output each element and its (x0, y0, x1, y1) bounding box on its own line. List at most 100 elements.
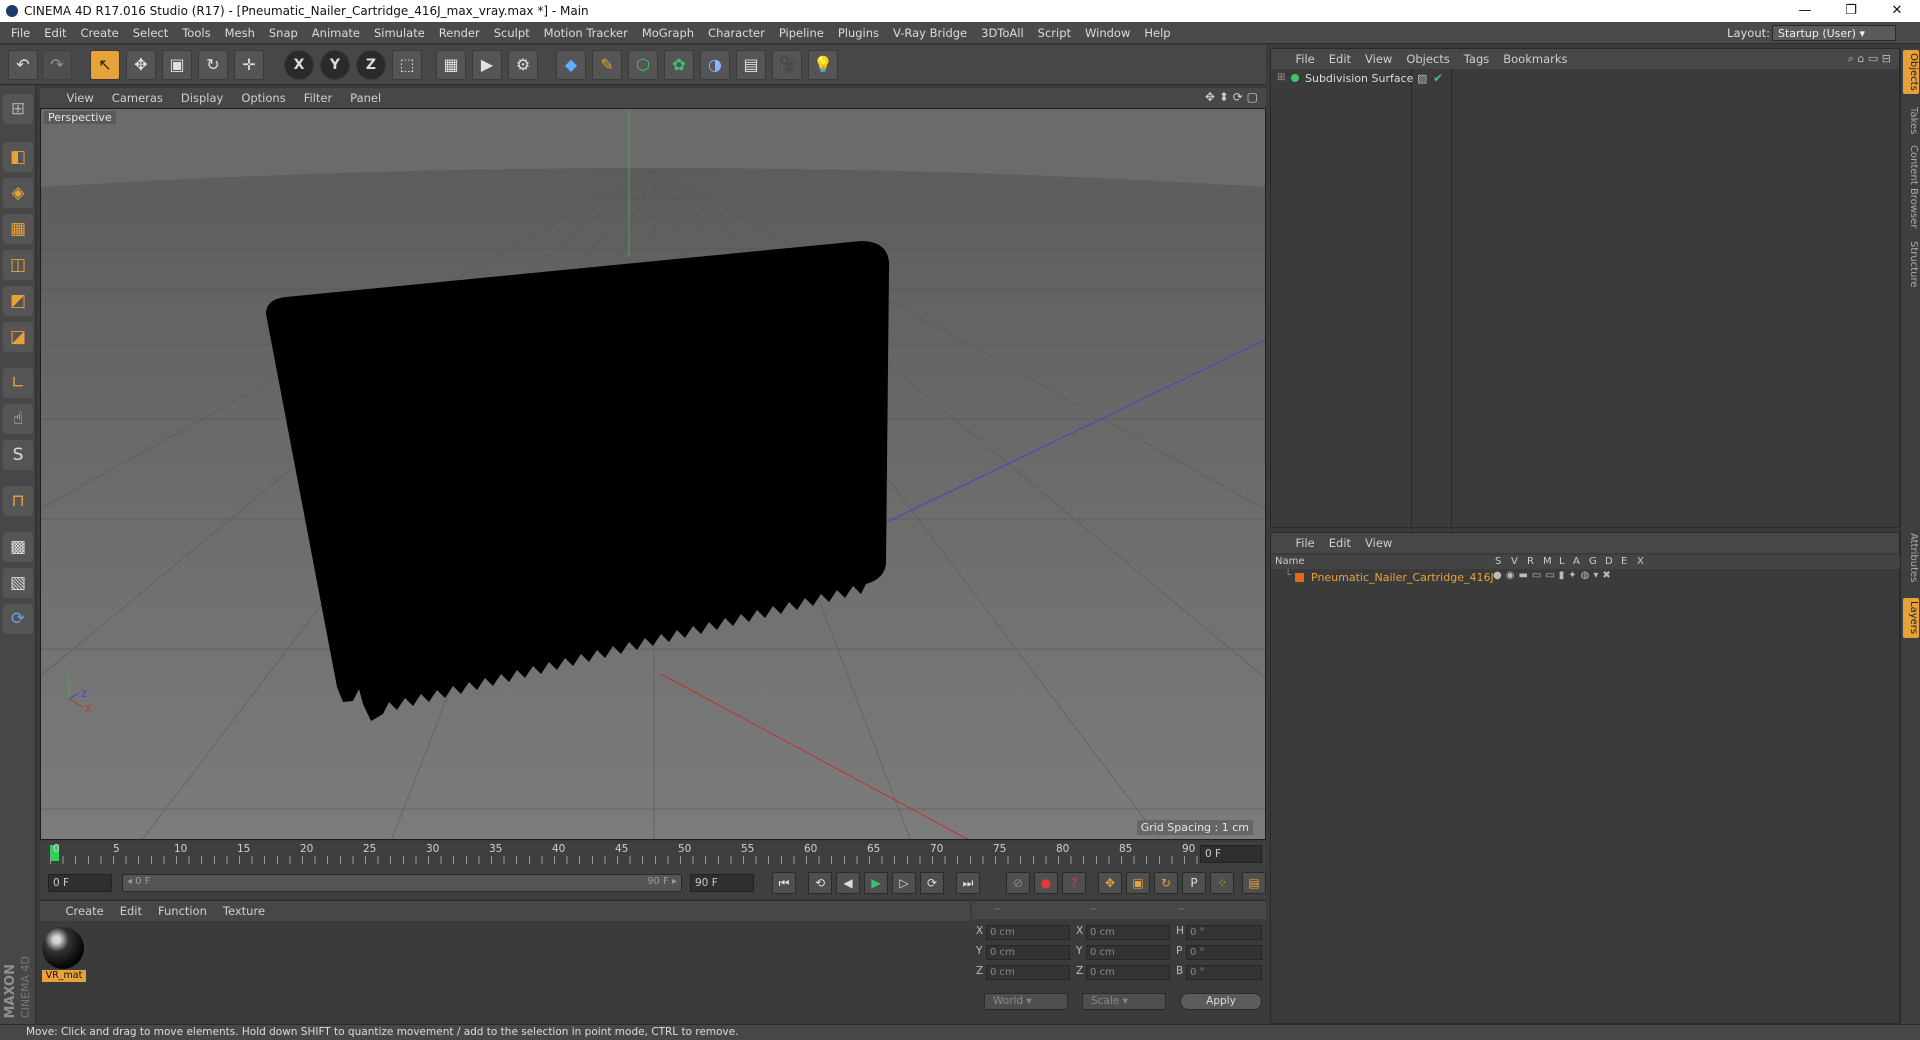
lock-workplane-icon[interactable]: ▩ (3, 532, 33, 562)
object-row[interactable]: ⊞ Subdivision Surface ▨ ✔ (1271, 71, 1901, 87)
play-icon[interactable]: ▶ (864, 872, 888, 894)
menu-plugins[interactable]: Plugins (831, 22, 886, 44)
menu-mograph[interactable]: MoGraph (635, 22, 701, 44)
tweak-mode-icon[interactable]: ☝ (3, 404, 33, 434)
minimize-button[interactable]: — (1782, 0, 1828, 22)
cube-object-icon[interactable]: ◆ (556, 50, 586, 80)
viewport-menu-view[interactable]: View (58, 88, 103, 108)
viewport-menu-options[interactable]: Options (232, 88, 294, 108)
camera-icon[interactable]: 🎥 (772, 50, 802, 80)
viewport-menu-panel[interactable]: Panel (341, 88, 390, 108)
material-menu-texture[interactable]: Texture (215, 901, 273, 921)
key-scale-icon[interactable]: ▣ (1126, 872, 1150, 894)
scene-floor-icon[interactable]: ▤ (736, 50, 766, 80)
autokey-icon[interactable]: ? (1062, 872, 1086, 894)
object-menu-view[interactable]: View (1358, 49, 1399, 69)
position-y-field[interactable]: 0 cm (986, 945, 1070, 960)
tab-structure[interactable]: Structure (1903, 238, 1919, 290)
size-x-field[interactable]: 0 cm (1086, 925, 1170, 940)
position-x-field[interactable]: 0 cm (986, 925, 1070, 940)
deformer-icon[interactable]: ◑ (700, 50, 730, 80)
key-parameter-icon[interactable]: P (1182, 872, 1206, 894)
subdivision-nurbs-icon[interactable]: ⬡ (628, 50, 658, 80)
menu-sculpt[interactable]: Sculpt (487, 22, 537, 44)
object-menu-file[interactable]: File (1289, 49, 1322, 69)
previous-frame-icon[interactable]: ◀ (836, 872, 860, 894)
snap-magnet-icon[interactable]: ⊓ (3, 486, 33, 516)
expand-icon[interactable]: ⊞ (1277, 72, 1285, 83)
menu-window[interactable]: Window (1078, 22, 1137, 44)
rotation-b-field[interactable]: 0 ° (1186, 965, 1262, 980)
rotation-h-field[interactable]: 0 ° (1186, 925, 1262, 940)
layer-flag-icons[interactable]: ●◉▬▭▭▮✦◍▾✖ (1493, 570, 1615, 581)
y-axis-lock-icon[interactable]: Y (320, 50, 350, 80)
scale-tool-icon[interactable]: ▣ (162, 50, 192, 80)
render-picture-viewer-icon[interactable]: ▶ (472, 50, 502, 80)
object-search-home-icons[interactable]: ⌕ ⌂ ▭ ⊟ (1848, 52, 1891, 66)
layer-row[interactable]: └ Pneumatic_Nailer_Cartridge_416J ●◉▬▭▭▮… (1271, 570, 1901, 585)
last-tool-icon[interactable]: ✛ (234, 50, 264, 80)
key-rotation-icon[interactable]: ↻ (1154, 872, 1178, 894)
end-frame-field[interactable]: 90 F (690, 874, 754, 892)
key-position-icon[interactable]: ✥ (1098, 872, 1122, 894)
close-button[interactable]: ✕ (1874, 0, 1920, 22)
edit-toggle-icon[interactable]: ▨ (1417, 72, 1427, 85)
next-key-icon[interactable]: ⟳ (920, 872, 944, 894)
object-menu-bookmarks[interactable]: Bookmarks (1496, 49, 1574, 69)
viewport-nav-icons[interactable]: ✥ ⬍ ⟳ ▢ (1205, 90, 1258, 104)
timeline-window-icon[interactable]: ▤ (1242, 872, 1266, 894)
object-menu-objects[interactable]: Objects (1399, 49, 1456, 69)
coordinate-mode-select[interactable]: World ▾ (984, 993, 1068, 1010)
coordinate-system-icon[interactable]: ⬚ (392, 50, 422, 80)
tab-takes[interactable]: Takes (1903, 104, 1919, 138)
apply-button[interactable]: Apply (1180, 993, 1262, 1010)
undo-icon[interactable]: ↶ (8, 50, 38, 80)
menu-animate[interactable]: Animate (305, 22, 367, 44)
material-swatch[interactable]: VR_mat (42, 927, 86, 983)
menu-snap[interactable]: Snap (262, 22, 305, 44)
layer-menu-edit[interactable]: Edit (1322, 533, 1358, 553)
menu-script[interactable]: Script (1031, 22, 1078, 44)
object-menu-edit[interactable]: Edit (1322, 49, 1358, 69)
edges-mode-icon[interactable]: ◩ (3, 286, 33, 316)
record-disabled-icon[interactable]: ⊘ (1006, 872, 1030, 894)
size-z-field[interactable]: 0 cm (1086, 965, 1170, 980)
menu-render[interactable]: Render (432, 22, 487, 44)
workplane-mode-icon[interactable]: ▦ (3, 214, 33, 244)
render-settings-icon[interactable]: ⚙ (508, 50, 538, 80)
python-icon[interactable]: ⟳ (3, 604, 33, 634)
start-frame-field[interactable]: 0 F (48, 874, 112, 892)
points-mode-icon[interactable]: ◫ (3, 250, 33, 280)
enabled-check-icon[interactable]: ✔ (1433, 71, 1443, 85)
position-z-field[interactable]: 0 cm (986, 965, 1070, 980)
material-menu-function[interactable]: Function (150, 901, 215, 921)
go-to-end-icon[interactable]: ⏭ (956, 872, 980, 894)
menu-character[interactable]: Character (701, 22, 772, 44)
menu-vray-bridge[interactable]: V-Ray Bridge (886, 22, 974, 44)
previous-key-icon[interactable]: ⟲ (808, 872, 832, 894)
next-frame-icon[interactable]: ▷ (892, 872, 916, 894)
axis-mode-icon[interactable]: ∟ (3, 368, 33, 398)
menu-tools[interactable]: Tools (175, 22, 217, 44)
tab-objects[interactable]: Objects (1903, 50, 1919, 94)
record-active-icon[interactable]: ● (1034, 872, 1058, 894)
layer-name[interactable]: Pneumatic_Nailer_Cartridge_416J (1311, 571, 1494, 584)
layout-select[interactable]: Startup (User) ▾ (1772, 25, 1896, 41)
menu-help[interactable]: Help (1137, 22, 1177, 44)
spline-pen-icon[interactable]: ✎ (592, 50, 622, 80)
menu-edit[interactable]: Edit (37, 22, 73, 44)
viewport-menu-filter[interactable]: Filter (295, 88, 341, 108)
menu-pipeline[interactable]: Pipeline (772, 22, 831, 44)
menu-simulate[interactable]: Simulate (367, 22, 432, 44)
redo-icon[interactable]: ↷ (42, 50, 72, 80)
timeline-ruler[interactable]: 0 5 10 15 20 25 30 35 40 45 50 55 60 65 … (40, 842, 1266, 866)
move-tool-icon[interactable]: ✥ (126, 50, 156, 80)
object-name[interactable]: Subdivision Surface (1305, 72, 1413, 85)
timeline-track[interactable]: 0 5 10 15 20 25 30 35 40 45 50 55 60 65 … (50, 842, 1198, 866)
model-mode-icon[interactable]: ◧ (3, 142, 33, 172)
array-mograph-icon[interactable]: ✿ (664, 50, 694, 80)
key-pla-icon[interactable]: ⁘ (1210, 872, 1234, 894)
render-view-icon[interactable]: ▦ (436, 50, 466, 80)
size-mode-select[interactable]: Scale ▾ (1082, 993, 1166, 1010)
tab-content-browser[interactable]: Content Browser (1903, 144, 1919, 230)
